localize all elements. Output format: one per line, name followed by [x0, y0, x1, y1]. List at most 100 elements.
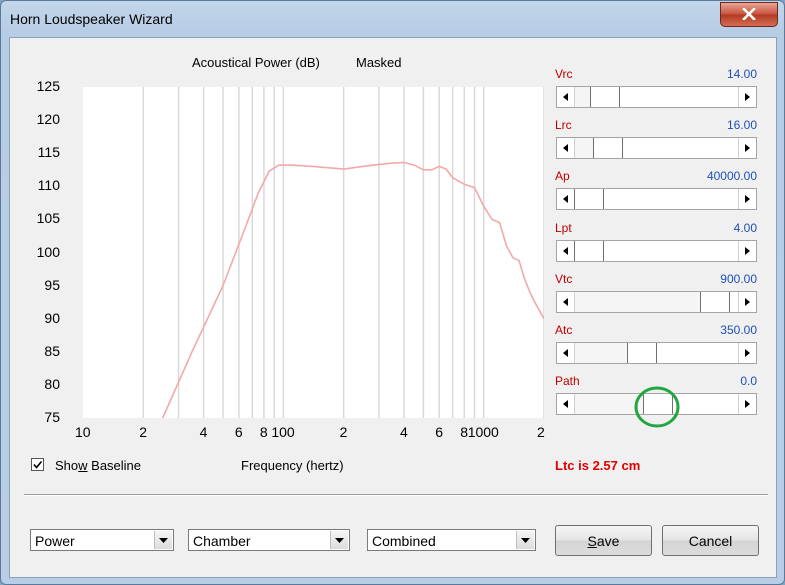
- section-select[interactable]: Chamber: [188, 529, 350, 551]
- data-point: [268, 170, 270, 172]
- wizard-window: Horn Loudspeaker Wizard Acoustical Power…: [0, 0, 785, 585]
- status-text: Ltc is 2.57 cm: [555, 458, 641, 473]
- y-tick-label: 100: [36, 243, 60, 260]
- scroll-left-arrow-icon[interactable]: [557, 138, 575, 159]
- data-point: [422, 169, 424, 171]
- scroll-right-arrow-icon[interactable]: [738, 240, 756, 261]
- slider-thumb[interactable]: [574, 189, 604, 210]
- view-select-value: Combined: [372, 533, 436, 549]
- data-point: [523, 278, 526, 280]
- data-point: [534, 301, 536, 303]
- power-chart: [83, 87, 544, 418]
- param-slider-vrc[interactable]: [556, 86, 757, 108]
- mode-select-value: Power: [35, 533, 75, 549]
- client-area: Acoustical Power (dB) Masked 125 120 115 11…: [9, 37, 777, 578]
- x-tick-label: 8: [259, 424, 268, 440]
- slider-track[interactable]: [623, 138, 739, 159]
- x-tick-label: 4: [399, 424, 408, 440]
- param-label-lpt: Lpt: [555, 220, 572, 235]
- data-point: [463, 183, 465, 185]
- chevron-down-icon[interactable]: [154, 531, 172, 549]
- checkmark-icon: [33, 460, 43, 469]
- scroll-right-arrow-icon[interactable]: [738, 189, 756, 210]
- highlight-circle: [634, 386, 680, 428]
- param-value-ap: 40000.00: [706, 169, 757, 184]
- chart-title: Acoustical Power (dB): [192, 55, 320, 70]
- show-baseline-label[interactable]: Show Baseline: [55, 458, 141, 473]
- slider-track[interactable]: [657, 343, 739, 363]
- show-baseline-checkbox[interactable]: [31, 458, 44, 471]
- data-point: [257, 192, 259, 194]
- data-point: [445, 168, 447, 170]
- series-line-0: [161, 161, 544, 418]
- scroll-left-arrow-icon[interactable]: [557, 87, 575, 107]
- data-point: [529, 291, 531, 293]
- param-slider-atc[interactable]: [556, 342, 757, 364]
- data-point: [491, 218, 493, 220]
- x-axis-label: Frequency (hertz): [241, 458, 344, 473]
- x-tick-label: 4: [199, 424, 208, 440]
- slider-thumb[interactable]: [590, 87, 621, 107]
- scroll-left-arrow-icon[interactable]: [557, 394, 575, 415]
- data-point: [222, 285, 224, 287]
- param-value-atc: 350.00: [720, 323, 757, 337]
- slider-thumb[interactable]: [593, 138, 624, 159]
- data-point: [343, 168, 345, 170]
- scroll-right-arrow-icon[interactable]: [738, 394, 756, 415]
- slider-thumb[interactable]: [627, 343, 658, 363]
- param-label-lrc: Lrc: [555, 118, 572, 133]
- data-point: [245, 225, 247, 227]
- slider-thumb[interactable]: [700, 291, 731, 312]
- param-label-vtc: Vtc: [555, 271, 573, 286]
- scroll-left-arrow-icon[interactable]: [557, 291, 575, 312]
- scroll-left-arrow-icon[interactable]: [557, 343, 575, 363]
- y-tick-label: 90: [44, 309, 60, 326]
- y-tick-label: 75: [44, 409, 60, 425]
- slider-thumb[interactable]: [574, 240, 604, 261]
- x-tick-label: 6: [234, 424, 243, 440]
- param-value-lpt: 4.00: [733, 220, 757, 235]
- save-button-label: Save: [587, 532, 620, 549]
- param-slider-lpt[interactable]: [556, 239, 757, 262]
- chart-subtitle: Masked: [356, 55, 402, 70]
- data-point: [312, 165, 314, 168]
- scroll-right-arrow-icon[interactable]: [738, 343, 756, 363]
- param-label-path: Path: [555, 374, 580, 389]
- y-tick-label: 80: [44, 375, 60, 392]
- data-point: [191, 351, 193, 353]
- y-tick-label: 95: [44, 276, 60, 293]
- close-button[interactable]: [720, 2, 778, 27]
- x-tick-label: 6: [435, 424, 444, 440]
- close-icon: [742, 8, 756, 20]
- data-point: [483, 205, 485, 207]
- data-point: [452, 177, 454, 179]
- param-slider-vtc[interactable]: [556, 290, 757, 313]
- view-select[interactable]: Combined: [367, 529, 536, 551]
- scroll-right-arrow-icon[interactable]: [738, 291, 756, 312]
- scroll-right-arrow-icon[interactable]: [738, 87, 756, 107]
- slider-track[interactable]: [604, 240, 739, 261]
- data-point: [512, 257, 514, 259]
- param-value-lrc: 16.00: [726, 118, 757, 133]
- save-button[interactable]: Save: [555, 525, 652, 556]
- chevron-down-icon[interactable]: [516, 531, 534, 549]
- param-slider-lrc[interactable]: [556, 137, 757, 160]
- slider-track[interactable]: [672, 394, 739, 415]
- x-tick-label: 2: [339, 424, 348, 440]
- param-slider-ap[interactable]: [556, 188, 757, 211]
- slider-track[interactable]: [620, 87, 739, 107]
- data-point: [372, 164, 374, 166]
- data-point: [431, 169, 433, 171]
- y-tick-label: 125: [36, 78, 60, 94]
- data-point: [498, 222, 501, 224]
- cancel-button[interactable]: Cancel: [662, 525, 759, 556]
- chevron-down-icon[interactable]: [330, 531, 348, 549]
- scroll-right-arrow-icon[interactable]: [738, 138, 756, 159]
- scroll-left-arrow-icon[interactable]: [557, 189, 575, 210]
- mode-select[interactable]: Power: [30, 529, 174, 551]
- slider-track[interactable]: [604, 189, 739, 210]
- x-tick-label: 1000: [467, 424, 499, 440]
- scroll-left-arrow-icon[interactable]: [557, 240, 575, 261]
- cancel-button-label: Cancel: [688, 532, 733, 549]
- data-point: [438, 165, 440, 168]
